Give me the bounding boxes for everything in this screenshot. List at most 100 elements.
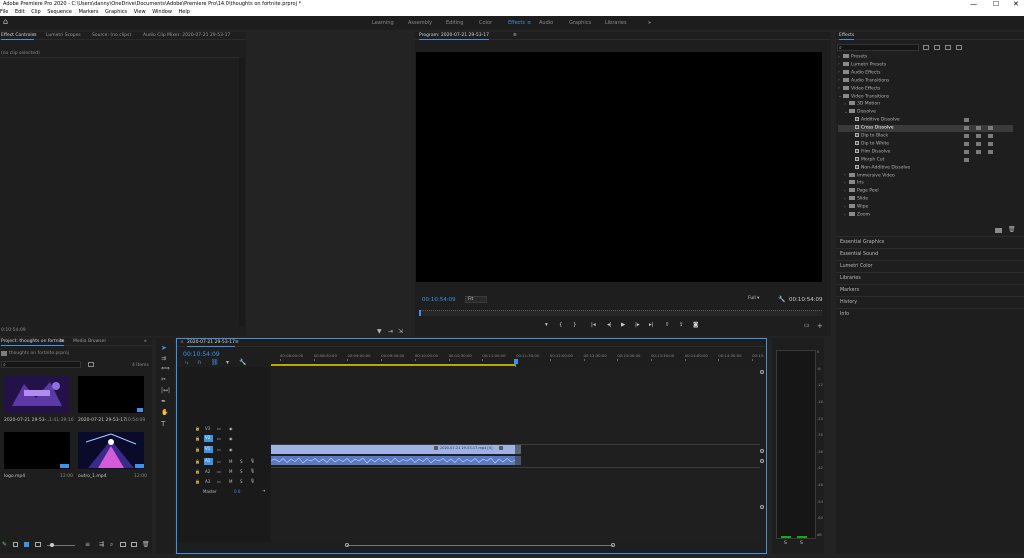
new-bin-icon[interactable] [88,362,94,367]
razor-tool-icon[interactable]: ✂ [161,376,166,383]
program-timecode[interactable]: 00:10:54:09 [422,297,456,303]
home-icon[interactable]: ⌂ [3,18,11,26]
effects-tree-item[interactable]: › Immersive Video [838,172,1013,180]
clip-name-2[interactable]: 2020-07-21 29-53-17 [78,418,126,423]
go-to-end-icon[interactable]: ⇥ [262,488,265,493]
section-lumetri-color[interactable]: Lumetri Color [836,260,1024,272]
scroll-handle[interactable] [760,370,764,374]
mark-in-icon[interactable]: { [559,322,563,328]
track-label-v2[interactable]: V2 [204,435,213,442]
menu-help[interactable]: Help [179,9,190,16]
new-item-icon[interactable] [131,542,137,547]
clip-name-4[interactable]: outro_1.mp4 [78,474,107,479]
sync-lock-icon[interactable]: ▭ [217,479,221,484]
effects-tree-item[interactable]: ⌄ Video Transitions [838,93,1013,101]
scroll-handle[interactable] [760,449,764,453]
ripple-icon[interactable]: ⇥ [388,328,393,335]
eye-icon[interactable]: ◉ [229,447,233,452]
32bit-effects-icon[interactable] [934,45,940,50]
mark-out-icon[interactable]: } [573,322,577,328]
horizontal-scrollbar[interactable] [347,545,613,546]
extract-icon[interactable]: ⇪ [679,322,684,328]
effects-tree-item[interactable]: Morph Cut [838,156,1013,164]
quality-select[interactable]: Full ▾ [748,296,770,303]
workspace-learning[interactable]: Learning [372,20,394,26]
tab-media-browser[interactable]: Media Browser [73,339,106,344]
workspace-graphics[interactable]: Graphics [569,20,591,26]
timeline-settings-icon[interactable]: 🔧 [239,359,246,366]
program-time-ruler[interactable] [419,310,822,316]
find-icon[interactable]: ⌕ [110,541,113,549]
yuv-effects-icon[interactable] [945,45,951,50]
project-menu-icon[interactable]: ≡ [60,339,64,344]
track-label-v1[interactable]: V1 [204,446,213,453]
trash-icon[interactable]: 🗑 [1008,226,1016,233]
tab-menu-icon[interactable]: ≡ [33,33,37,38]
mute-button[interactable]: M [229,479,232,484]
sync-lock-icon[interactable]: ▭ [217,436,221,441]
effects-tree-item[interactable]: Non-Additive Dissolve [838,164,1013,172]
workspace-menu-icon[interactable]: ≡ [527,20,531,26]
master-volume[interactable]: 0.0 [234,489,240,494]
menu-edit[interactable]: Edit [15,9,25,16]
project-search-input[interactable]: ⌕ [1,361,81,368]
effects-tree-item[interactable]: Dip to White [838,140,1013,148]
pen-tool-icon[interactable]: ✒ [161,398,166,405]
scroll-handle-right[interactable] [611,543,615,547]
menu-clip[interactable]: Clip [31,9,40,16]
microphone-icon[interactable]: 🎙 [250,458,255,463]
step-back-icon[interactable]: ◂| [607,322,612,328]
trash-icon[interactable]: 🗑 [142,541,150,548]
scroll-handle[interactable] [760,459,764,463]
audio-clip[interactable] [270,456,516,465]
maximize-button[interactable]: ☐ [993,0,999,8]
effects-tree-item[interactable]: Film Dissolve [838,148,1013,156]
step-forward-icon[interactable]: |▸ [635,322,640,328]
zoom-select[interactable]: Fit [465,296,487,303]
effects-tree-item[interactable]: › Wipe [838,204,1013,211]
solo-button[interactable]: S [240,459,243,464]
workspace-color[interactable]: Color [479,20,492,26]
program-title[interactable]: Program: 2020-07-21 29-53-17 [419,33,489,40]
effects-tree-item[interactable]: › 3D Motion [838,101,1013,108]
snap-icon[interactable]: ∩ [197,359,201,366]
camera-icon[interactable]: ◙ [693,322,698,328]
section-libraries[interactable]: Libraries [836,272,1024,284]
effects-title[interactable]: Effects [839,33,855,40]
lift-icon[interactable]: ⇧ [665,322,670,328]
workspace-libraries[interactable]: Libraries [605,20,627,26]
solo-left-button[interactable]: S [784,541,787,546]
lock-icon[interactable]: 🔒 [195,459,200,464]
minimize-button[interactable]: — [970,0,977,8]
solo-right-button[interactable]: S [800,541,803,546]
microphone-icon[interactable]: 🎙 [250,478,255,483]
eye-icon[interactable]: ◉ [229,426,233,431]
solo-button[interactable]: S [240,479,243,484]
section-history[interactable]: History [836,296,1024,308]
ripple-edit-tool-icon[interactable]: ⟺ [161,365,170,372]
play-icon[interactable]: ▶ [621,322,625,328]
slip-tool-icon[interactable]: |↔| [161,387,170,394]
workspace-effects[interactable]: Effects [508,20,525,26]
freeform-view-icon[interactable] [35,542,41,547]
workspace-more-button[interactable]: » [648,20,651,26]
effects-tree-item[interactable]: › Audio Transitions [838,77,1013,85]
audio-clip-tail[interactable] [515,456,521,465]
eye-icon[interactable]: ◉ [229,436,233,441]
sync-lock-icon[interactable]: ▭ [217,447,221,452]
tab-sequence[interactable]: 2020-07-21 29-53-17 [187,340,236,347]
mute-button[interactable]: M [229,469,232,474]
wrench-icon[interactable]: 🔧 [778,296,785,303]
clip-thumbnail-2[interactable] [78,376,144,413]
button-editor-icon[interactable]: ▭ [804,322,810,329]
list-view-icon[interactable] [13,542,18,547]
mute-button[interactable]: M [229,459,232,464]
lock-icon[interactable]: 🔒 [195,426,200,431]
work-area-bar[interactable] [271,364,515,366]
effects-tree-item[interactable]: › Audio Effects [838,69,1013,77]
new-bin-icon[interactable] [956,45,962,50]
sync-lock-icon[interactable]: ▭ [217,426,221,431]
timeline-timecode[interactable]: 00:10:54:09 [183,351,220,358]
automate-to-sequence-icon[interactable]: ⇶ [99,541,104,548]
section-info[interactable]: Info [836,308,1024,320]
